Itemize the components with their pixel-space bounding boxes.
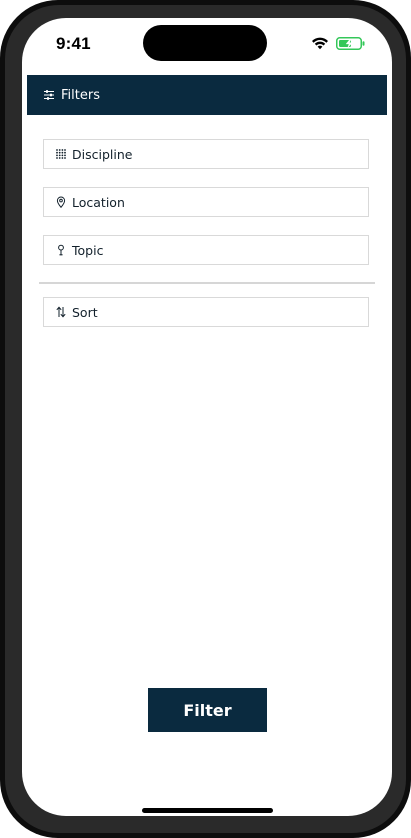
location-filter[interactable]: Location (43, 187, 369, 217)
sort-label: Sort (72, 304, 98, 320)
sort-arrows-icon (56, 306, 66, 318)
filter-button[interactable]: Filter (148, 688, 267, 732)
page-title: Filters (61, 87, 100, 103)
wifi-icon (312, 37, 328, 50)
sliders-icon (44, 90, 54, 100)
status-time: 9:41 (56, 34, 91, 53)
pin-icon (58, 244, 64, 256)
screen: 9:41 Filters Discipline Location Topic S… (22, 18, 392, 816)
topic-filter[interactable]: Topic (43, 235, 369, 265)
grid-dots-icon (56, 149, 66, 159)
filters-header: Filters (27, 75, 387, 115)
home-indicator[interactable] (142, 808, 273, 813)
discipline-filter[interactable]: Discipline (43, 139, 369, 169)
topic-label: Topic (72, 242, 104, 258)
map-pin-icon (56, 196, 66, 208)
discipline-label: Discipline (72, 146, 133, 162)
location-label: Location (72, 194, 125, 210)
divider (39, 282, 375, 284)
battery-charging-icon (336, 37, 365, 50)
sort-selector[interactable]: Sort (43, 297, 369, 327)
dynamic-island (143, 25, 267, 61)
